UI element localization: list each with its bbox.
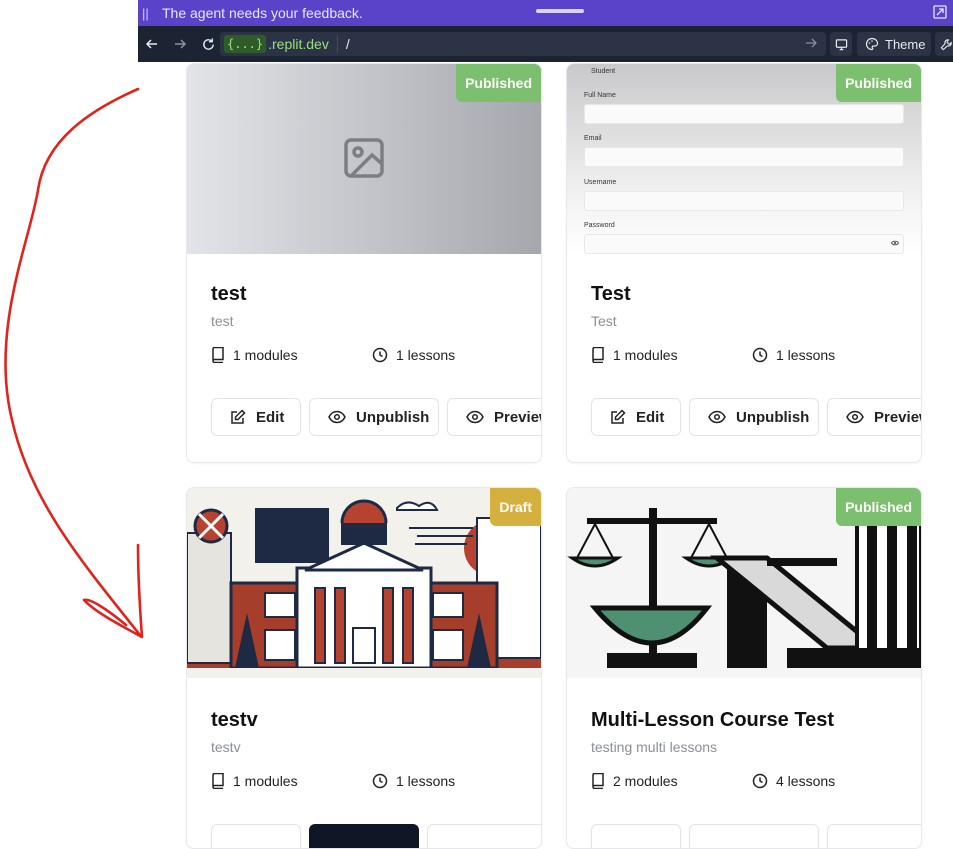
edit-icon xyxy=(611,409,626,424)
arrow-left-icon xyxy=(145,39,157,49)
status-badge: Published xyxy=(456,64,541,102)
preview-button[interactable]: Preview xyxy=(827,398,921,436)
course-subtitle: testing multi lessons xyxy=(591,739,718,755)
course-thumbnail-illustration xyxy=(187,488,541,678)
course-card: Student Full Name Email Username Passwor… xyxy=(566,63,922,463)
form-preview-field xyxy=(584,104,904,124)
theme-button[interactable]: Theme xyxy=(857,32,931,56)
drag-handle-icon[interactable]: || xyxy=(142,6,152,21)
edit-button[interactable] xyxy=(211,824,301,848)
module-count: 1 modules xyxy=(211,773,298,789)
unpublish-button[interactable]: Unpublish xyxy=(689,398,819,436)
banner-message: The agent needs your feedback. xyxy=(162,5,363,21)
course-title: Multi-Lesson Course Test xyxy=(591,709,834,731)
clock-icon xyxy=(752,773,768,789)
url-host: .replit.dev xyxy=(268,36,329,52)
eye-icon xyxy=(708,410,726,424)
status-badge: Draft xyxy=(490,488,541,526)
back-button[interactable] xyxy=(138,26,166,62)
edit-button[interactable] xyxy=(591,824,681,848)
university-building-illustration xyxy=(187,488,541,678)
forward-button[interactable] xyxy=(166,26,194,62)
monitor-icon xyxy=(835,38,847,50)
lesson-count: 1 lessons xyxy=(372,347,455,363)
course-title: testv xyxy=(211,709,258,731)
course-card: Published test test 1 modules 1 lessons … xyxy=(186,63,542,463)
expand-icon[interactable] xyxy=(933,5,947,19)
form-preview-label: Full Name xyxy=(584,92,616,99)
edit-button[interactable]: Edit xyxy=(591,398,681,436)
form-preview-label: Username xyxy=(584,179,617,186)
course-card: Draft testv testv 1 modules 1 lessons xyxy=(186,487,542,849)
go-arrow-icon[interactable] xyxy=(804,36,818,50)
tools-button[interactable] xyxy=(935,32,953,56)
edit-icon xyxy=(231,409,246,424)
module-count: 1 modules xyxy=(591,347,678,363)
image-placeholder-icon xyxy=(344,138,384,178)
form-preview-role: Student xyxy=(591,68,616,75)
reload-icon xyxy=(202,37,214,50)
unpublish-button[interactable]: Unpublish xyxy=(309,398,439,436)
unpublish-button[interactable] xyxy=(689,824,819,848)
course-subtitle: test xyxy=(211,313,234,329)
status-badge: Published xyxy=(836,64,921,102)
eye-icon xyxy=(891,240,899,246)
eye-icon xyxy=(466,410,484,424)
clock-icon xyxy=(372,347,388,363)
form-preview-field xyxy=(584,147,904,167)
module-count: 2 modules xyxy=(591,773,678,789)
course-title: test xyxy=(211,283,247,305)
reload-button[interactable] xyxy=(194,26,222,62)
course-subtitle: testv xyxy=(211,739,241,755)
book-icon xyxy=(592,347,604,363)
publish-button[interactable] xyxy=(309,824,419,848)
course-card: Published Multi-Lesson Course Test testi… xyxy=(566,487,922,849)
form-preview-label: Email xyxy=(584,135,602,142)
status-badge: Published xyxy=(836,488,921,526)
eye-icon xyxy=(328,410,346,424)
preview-button[interactable] xyxy=(427,824,541,848)
url-path[interactable]: / xyxy=(346,36,350,52)
lesson-count: 1 lessons xyxy=(372,773,455,789)
book-icon xyxy=(212,773,224,789)
course-subtitle: Test xyxy=(591,313,617,329)
url-chip: {...} xyxy=(224,35,267,53)
clock-icon xyxy=(752,347,768,363)
form-preview-field xyxy=(584,234,904,254)
panel-grabber[interactable] xyxy=(536,9,584,13)
preview-button[interactable]: Preview xyxy=(447,398,541,436)
book-icon xyxy=(212,347,224,363)
devices-button[interactable] xyxy=(830,32,852,56)
theme-label: Theme xyxy=(885,36,926,52)
lesson-count: 1 lessons xyxy=(752,347,835,363)
palette-icon xyxy=(865,37,879,51)
url-divider xyxy=(336,35,338,53)
book-icon xyxy=(592,773,604,789)
module-count: 1 modules xyxy=(211,347,298,363)
lesson-count: 4 lessons xyxy=(752,773,835,789)
course-title: Test xyxy=(591,283,631,305)
arrow-right-icon xyxy=(175,39,187,49)
form-preview-field xyxy=(584,191,904,211)
wrench-icon xyxy=(940,38,952,50)
browser-toolbar: {...} .replit.dev / Theme xyxy=(138,26,953,62)
clock-icon xyxy=(372,773,388,789)
url-bar[interactable]: {...} .replit.dev / xyxy=(220,32,826,56)
form-preview-label: Password xyxy=(584,222,615,229)
edit-button[interactable]: Edit xyxy=(211,398,301,436)
agent-feedback-banner[interactable]: || The agent needs your feedback. xyxy=(138,0,953,26)
eye-icon xyxy=(846,410,864,424)
preview-button[interactable] xyxy=(827,824,921,848)
